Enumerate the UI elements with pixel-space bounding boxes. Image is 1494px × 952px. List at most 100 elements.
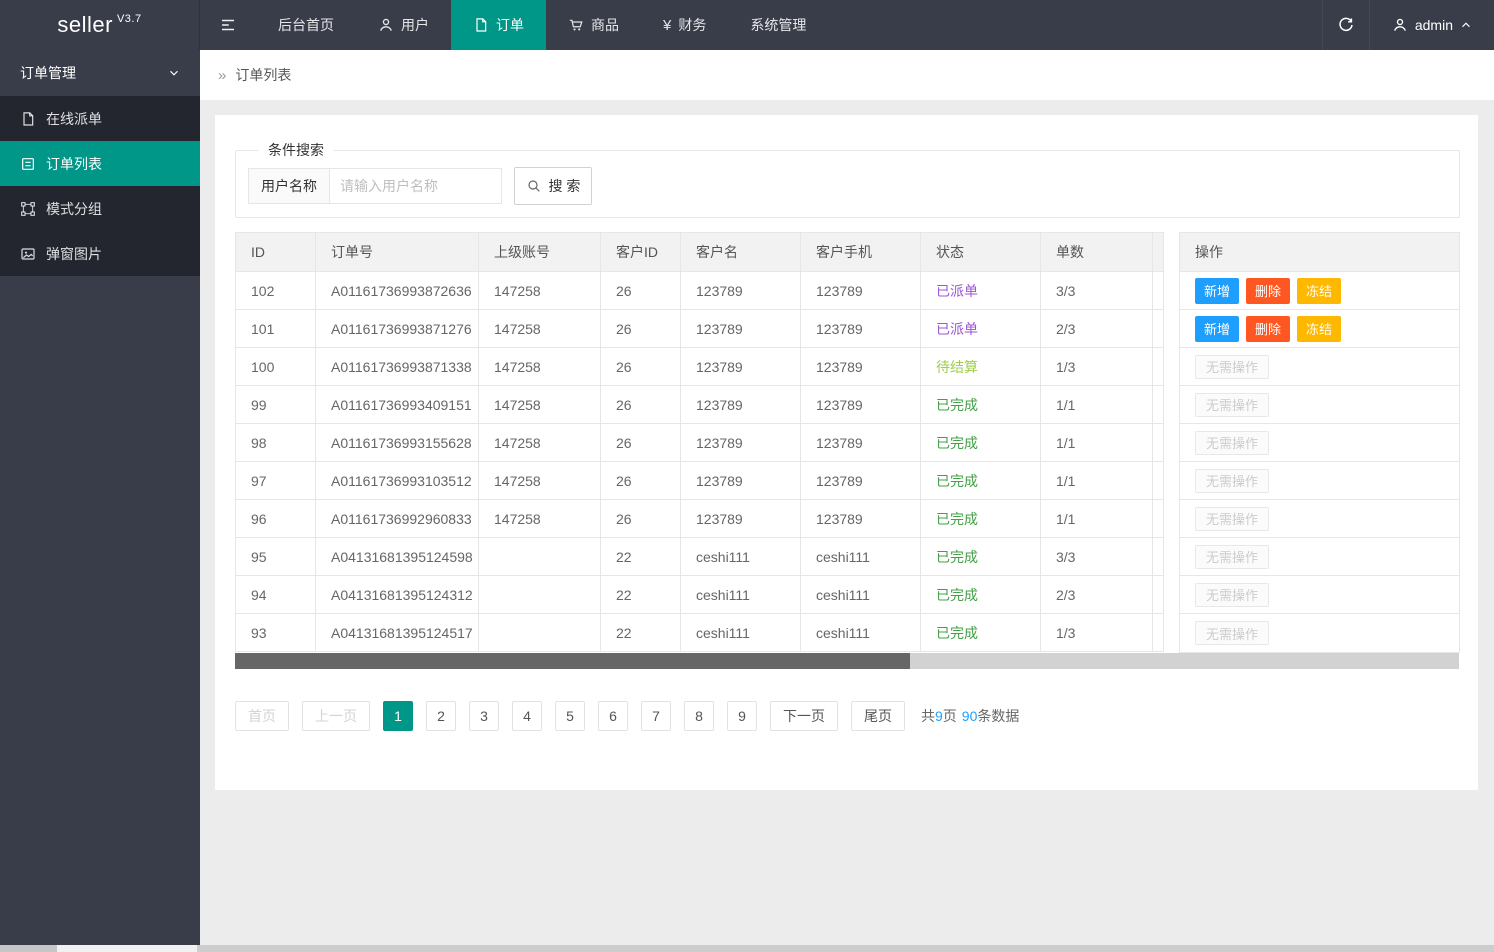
cell-parent-account: 147258 (479, 310, 601, 348)
pagination-page-5[interactable]: 5 (555, 701, 585, 731)
nav-item-goods[interactable]: 商品 (546, 0, 641, 50)
actions-row: 无需操作 (1180, 462, 1459, 500)
cell-customer-id: 26 (601, 386, 681, 424)
sidebar-item-mode-group[interactable]: 模式分组 (0, 186, 200, 231)
cell-customer-id: 22 (601, 614, 681, 652)
sidebar: 订单管理 在线派单订单列表模式分组弹窗图片 (0, 50, 200, 945)
nav-item-users[interactable]: 用户 (356, 0, 451, 50)
breadcrumb-separator-icon: » (218, 67, 226, 84)
cell-count: 1/1 (1041, 424, 1153, 462)
nav-item-orders[interactable]: 订单 (451, 0, 546, 50)
page-horizontal-scrollbar (0, 945, 1494, 952)
cell-status: 已完成 (921, 424, 1041, 462)
cell-parent-account: 147258 (479, 348, 601, 386)
cell-customer-id: 26 (601, 462, 681, 500)
table-row: 101A011617369938712761472582612378912378… (236, 310, 1164, 348)
sidebar-group-orders[interactable]: 订单管理 (0, 50, 200, 96)
cell-order-no: A04131681395124312 (316, 576, 479, 614)
cart-icon (568, 17, 584, 33)
file-icon (473, 17, 489, 33)
add-button[interactable]: 新增 (1195, 278, 1239, 304)
sidebar-item-online-dispatch[interactable]: 在线派单 (0, 96, 200, 141)
nav-item-home[interactable]: 后台首页 (256, 0, 356, 50)
pagination-page-1[interactable]: 1 (383, 701, 413, 731)
pagination-page-4[interactable]: 4 (512, 701, 542, 731)
actions-row: 无需操作 (1180, 576, 1459, 614)
refresh-button[interactable] (1322, 0, 1370, 50)
column-header: 客户手机 (801, 233, 921, 272)
cell-id: 95 (236, 538, 316, 576)
cell-order-no: A04131681395124598 (316, 538, 479, 576)
column-header: ID (236, 233, 316, 272)
username-input[interactable] (330, 168, 502, 204)
freeze-button[interactable]: 冻结 (1297, 278, 1341, 304)
pagination-summary: 共9页90条数据 (921, 706, 1019, 726)
pagination-prev-button[interactable]: 上一页 (302, 701, 370, 731)
cell-customer-name: 123789 (681, 462, 801, 500)
pagination-page-3[interactable]: 3 (469, 701, 499, 731)
no-action-button: 无需操作 (1195, 507, 1269, 531)
search-button-label: 搜 索 (549, 176, 581, 196)
actions-column: 操作 新增删除冻结新增删除冻结无需操作无需操作无需操作无需操作无需操作无需操作无… (1179, 232, 1460, 653)
cell-spacer (1153, 576, 1164, 614)
search-button[interactable]: 搜 索 (514, 167, 592, 205)
nav-item-finance[interactable]: ¥财务 (641, 0, 728, 50)
column-header: 上级账号 (479, 233, 601, 272)
cell-status: 已完成 (921, 576, 1041, 614)
cell-count: 1/3 (1041, 614, 1153, 652)
app-version: V3.7 (117, 13, 142, 25)
pagination-last-button[interactable]: 尾页 (851, 701, 905, 731)
cell-customer-phone: 123789 (801, 348, 921, 386)
cell-spacer (1153, 424, 1164, 462)
sidebar-item-order-list[interactable]: 订单列表 (0, 141, 200, 186)
cell-order-no: A01161736993103512 (316, 462, 479, 500)
actions-row: 新增删除冻结 (1180, 310, 1459, 348)
freeze-button[interactable]: 冻结 (1297, 316, 1341, 342)
sidebar-item-popup-image[interactable]: 弹窗图片 (0, 231, 200, 276)
pagination: 首页上一页 123456789 下一页尾页共9页90条数据 (235, 701, 1460, 731)
cell-count: 1/1 (1041, 386, 1153, 424)
user-icon (1392, 17, 1408, 33)
no-action-button: 无需操作 (1195, 393, 1269, 417)
cell-customer-phone: 123789 (801, 386, 921, 424)
add-button[interactable]: 新增 (1195, 316, 1239, 342)
cell-id: 93 (236, 614, 316, 652)
cell-customer-name: ceshi111 (681, 614, 801, 652)
collapse-sidebar-button[interactable] (200, 0, 256, 50)
actions-row: 无需操作 (1180, 538, 1459, 576)
delete-button[interactable]: 删除 (1246, 278, 1290, 304)
cell-customer-phone: 123789 (801, 500, 921, 538)
admin-menu[interactable]: admin (1370, 0, 1494, 50)
cell-id: 102 (236, 272, 316, 310)
cell-count: 1/3 (1041, 348, 1153, 386)
pagination-next-button[interactable]: 下一页 (770, 701, 838, 731)
sidebar-group-label: 订单管理 (20, 63, 76, 83)
user-icon (378, 17, 394, 33)
order-table: ID订单号上级账号客户ID客户名客户手机状态单数 102A01161736993… (235, 232, 1460, 653)
pagination-page-9[interactable]: 9 (727, 701, 757, 731)
pagination-page-7[interactable]: 7 (641, 701, 671, 731)
delete-button[interactable]: 删除 (1246, 316, 1290, 342)
pagination-first-button[interactable]: 首页 (235, 701, 289, 731)
cell-order-no: A01161736993155628 (316, 424, 479, 462)
cell-customer-phone: 123789 (801, 310, 921, 348)
table-scrollbar-thumb[interactable] (235, 653, 910, 669)
nav-item-system[interactable]: 系统管理 (728, 0, 828, 50)
actions-column-header: 操作 (1180, 233, 1459, 272)
column-header: 订单号 (316, 233, 479, 272)
cell-id: 97 (236, 462, 316, 500)
table-row: 99A0116173699340915114725826123789123789… (236, 386, 1164, 424)
navbar-right: admin (1322, 0, 1494, 50)
pagination-page-8[interactable]: 8 (684, 701, 714, 731)
pagination-page-2[interactable]: 2 (426, 701, 456, 731)
chevron-down-icon (168, 67, 180, 79)
cell-customer-phone: ceshi111 (801, 614, 921, 652)
nav-item-label: 用户 (401, 15, 429, 35)
cell-id: 99 (236, 386, 316, 424)
list-icon (20, 156, 36, 172)
pagination-page-6[interactable]: 6 (598, 701, 628, 731)
page-scrollbar-thumb[interactable] (57, 945, 197, 952)
cell-customer-name: ceshi111 (681, 576, 801, 614)
no-action-button: 无需操作 (1195, 545, 1269, 569)
cell-customer-name: 123789 (681, 348, 801, 386)
